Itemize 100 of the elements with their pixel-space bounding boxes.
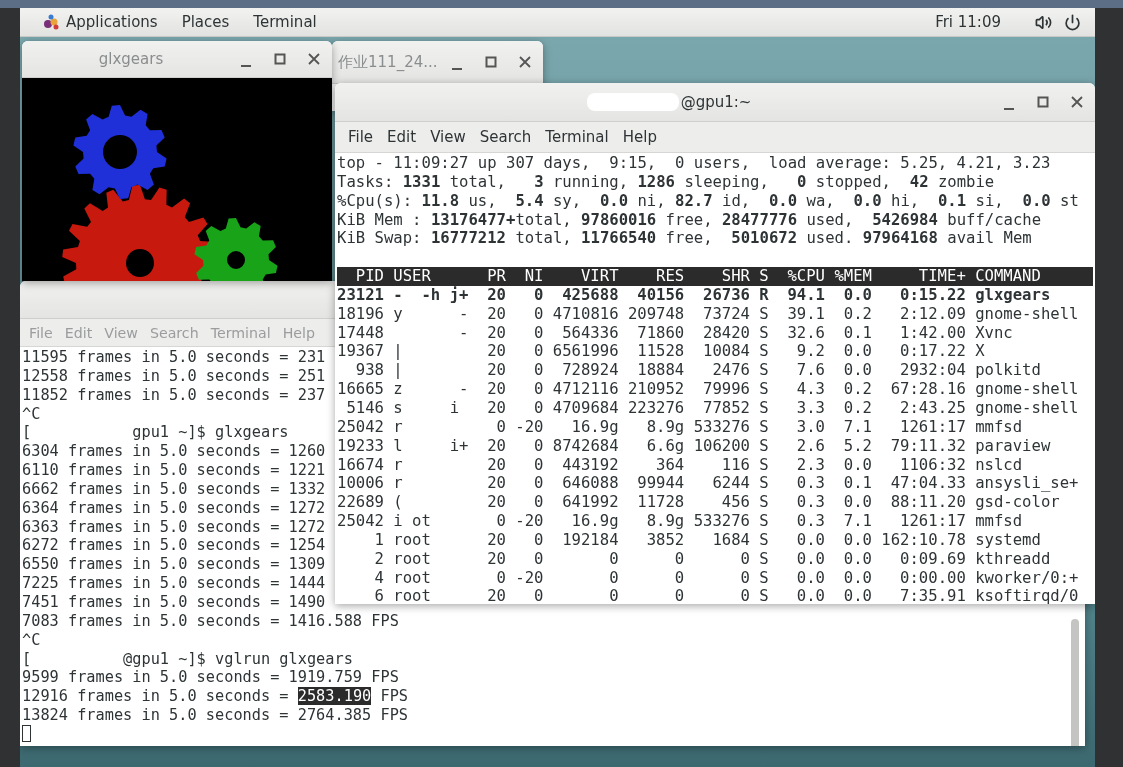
table-cell-text: | bbox=[393, 342, 404, 362]
table-cell-text: 443192 bbox=[561, 455, 619, 475]
close-icon bbox=[519, 56, 531, 68]
table-cell-text: 0.0 bbox=[842, 493, 872, 513]
table-cell-text: 79:11.32 bbox=[889, 436, 966, 456]
table-cell-text: ksoftirqd/0 bbox=[975, 587, 1080, 604]
clock[interactable]: Fri 11:09 bbox=[935, 13, 1001, 31]
table-cell-text: 0.0 bbox=[842, 285, 872, 305]
column-header: SHR bbox=[720, 267, 750, 286]
table-cell: 25042 bbox=[337, 512, 384, 531]
table-cell-text: kworker/0:+ bbox=[975, 568, 1080, 588]
table-cell-text: 938 bbox=[354, 361, 384, 381]
table-cell-text: 0 bbox=[608, 549, 619, 569]
table-cell-text: 20 bbox=[486, 398, 506, 418]
table-cell-text: 20 bbox=[486, 587, 506, 604]
column-header: TIME+ bbox=[917, 267, 966, 286]
table-cell-text: 4 bbox=[373, 568, 384, 588]
table-cell-text: | bbox=[393, 361, 404, 381]
table-cell-text: root bbox=[393, 568, 432, 588]
table-cell: S bbox=[759, 436, 769, 456]
table-cell-text: 0:17.22 bbox=[899, 342, 966, 362]
table-cell-text: 0.0 bbox=[842, 361, 872, 381]
table-cell-text: 77852 bbox=[702, 398, 750, 418]
table-cell-text: 79996 bbox=[702, 380, 750, 399]
table-cell: 210952 bbox=[627, 380, 685, 399]
table-cell-text: gsd-color bbox=[975, 493, 1061, 513]
table-cell: 25042 bbox=[337, 417, 384, 437]
table-cell-text: 7.6 bbox=[795, 361, 825, 381]
table-cell-text: 20 bbox=[486, 436, 506, 456]
table-cell-text: 6244 bbox=[711, 474, 750, 494]
column-header: VIRT bbox=[580, 267, 619, 286]
table-cell-text: 16.9g bbox=[570, 417, 619, 437]
terminal-line: 6364 frames in 5.0 seconds = 1272 bbox=[22, 498, 326, 517]
table-cell-text: 0 bbox=[533, 342, 544, 362]
column-header: PR bbox=[486, 267, 506, 286]
terminal-line: 6304 frames in 5.0 seconds = 1260 bbox=[22, 442, 326, 461]
table-cell-text: 1261:17 bbox=[899, 417, 966, 437]
table-cell-text: 0 bbox=[533, 323, 544, 343]
power-icon[interactable] bbox=[1064, 13, 1081, 31]
menu-item[interactable]: Search bbox=[472, 128, 539, 146]
table-cell-text: 646088 bbox=[561, 474, 619, 494]
table-cell: -20 bbox=[515, 417, 544, 437]
maximize-icon bbox=[1037, 96, 1049, 108]
table-cell-text: 3.3 bbox=[795, 398, 825, 418]
table-cell-text: 0.0 bbox=[842, 549, 872, 569]
table-cell-text: 3852 bbox=[645, 530, 685, 550]
table-cell-text: 20 bbox=[486, 380, 506, 399]
minimize-icon bbox=[241, 65, 251, 67]
table-cell-text: 0.0 bbox=[795, 568, 825, 588]
table-cell-text: 0 bbox=[673, 587, 685, 604]
table-cell-text: 425688 bbox=[561, 285, 619, 305]
table-cell: 106200 bbox=[693, 436, 750, 456]
column-header: S bbox=[759, 267, 769, 286]
table-cell: S bbox=[759, 530, 769, 550]
table-cell-text: 0.1 bbox=[842, 474, 872, 494]
table-cell-text: kthreadd bbox=[975, 549, 1052, 569]
top-bar-menu[interactable]: Terminal bbox=[241, 13, 329, 31]
table-cell-text: i ot bbox=[393, 512, 432, 531]
table-cell: R bbox=[759, 285, 769, 305]
table-cell-text: 0:15.22 bbox=[899, 285, 966, 305]
table-cell: 4712116 bbox=[552, 380, 619, 399]
menu-item[interactable]: Help bbox=[615, 128, 664, 146]
terminal-line: 7225 frames in 5.0 seconds = 1444 bbox=[22, 574, 326, 593]
table-cell-text: 0 bbox=[495, 568, 506, 588]
table-cell-text: 0 bbox=[495, 417, 506, 437]
table-cell-text: 7:35.91 bbox=[899, 587, 966, 604]
table-cell-text: 0 bbox=[533, 587, 544, 604]
terminal-line: 7451 frames in 5.0 seconds = 1490 bbox=[22, 592, 326, 611]
table-cell: 4709684 bbox=[552, 398, 619, 418]
terminal-line: 11852 frames in 5.0 seconds = 237 bbox=[22, 385, 326, 404]
table-cell-text: 0 bbox=[673, 549, 685, 569]
terminal-line: ^C bbox=[22, 404, 41, 423]
menu-item[interactable]: Edit bbox=[380, 128, 424, 146]
table-cell: 19233 bbox=[337, 436, 384, 456]
table-cell-text: gnome-shell bbox=[975, 304, 1080, 324]
table-cell-text: 0 bbox=[533, 285, 544, 305]
table-cell-text: 73724 bbox=[702, 304, 750, 324]
table-cell: 22689 bbox=[337, 493, 384, 513]
table-cell: 533276 bbox=[693, 512, 750, 531]
table-cell: 17448 bbox=[337, 323, 384, 343]
table-cell-text: 99944 bbox=[636, 474, 685, 494]
table-cell-text: 641992 bbox=[561, 493, 619, 513]
table-cell-text: 0 bbox=[533, 436, 544, 456]
menu-item[interactable]: Terminal bbox=[538, 128, 616, 146]
table-cell-text: 71860 bbox=[636, 323, 685, 343]
top-bar-menu[interactable]: Applications bbox=[30, 13, 170, 31]
top-bar-menu[interactable]: Places bbox=[169, 13, 242, 31]
menu-item[interactable]: View bbox=[423, 128, 473, 146]
table-cell: 209748 bbox=[627, 304, 685, 324]
table-cell-text: 2932:04 bbox=[899, 361, 966, 381]
table-cell-text: glxgears bbox=[975, 285, 1052, 305]
volume-icon[interactable] bbox=[1035, 13, 1052, 31]
terminal-line: KiB Mem : 13176477+total, 97860016 free, 28477776 used, 5426984 buff/cache bbox=[337, 210, 1042, 229]
menu-item[interactable]: File bbox=[341, 128, 381, 146]
terminal-line: 6363 frames in 5.0 seconds = 1272 bbox=[22, 517, 326, 536]
scrollbar-thumb[interactable] bbox=[1071, 619, 1079, 746]
table-cell-text: 1106:32 bbox=[899, 455, 966, 475]
table-cell-text: 0 bbox=[495, 512, 506, 531]
table-cell-text: 20 bbox=[486, 342, 506, 362]
close-icon bbox=[1071, 96, 1083, 108]
